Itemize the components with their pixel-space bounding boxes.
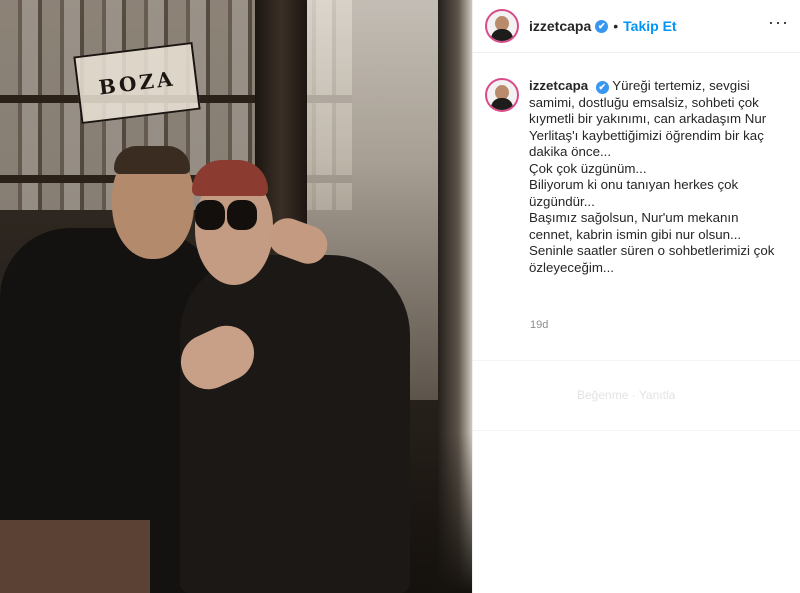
profile-avatar[interactable] [485, 9, 519, 43]
caption-avatar[interactable] [485, 78, 519, 112]
man-hair [114, 146, 190, 174]
woman-coat [180, 255, 410, 593]
follow-button[interactable]: Takip Et [623, 18, 676, 34]
post-timestamp[interactable]: 19d [530, 319, 548, 331]
caption-text: Yüreği tertemiz, sevgisi samimi, dostluğ… [529, 78, 775, 275]
verified-badge-icon: ✔ [595, 81, 609, 94]
faded-comment-actions: Beğenme · Yanıtla [577, 388, 676, 402]
boza-sign: BOZA [73, 41, 201, 125]
caption: izzetcapa ✔ Yüreği tertemiz, sevgisi sam… [485, 78, 785, 276]
sunglasses [195, 200, 259, 234]
man-pants [0, 520, 150, 593]
caption-body: izzetcapa ✔ Yüreği tertemiz, sevgisi sam… [529, 78, 785, 276]
post-header: izzetcapa ✔ • Takip Et ··· [473, 0, 800, 53]
boza-sign-text: BOZA [97, 66, 177, 100]
more-options-icon[interactable]: ··· [768, 12, 789, 33]
caption-username[interactable]: izzetcapa [529, 78, 588, 93]
post-side-panel: izzetcapa ✔ • Takip Et ··· izzetcapa ✔ Y… [472, 0, 800, 593]
post-photo[interactable]: BOZA [0, 0, 472, 593]
verified-badge-icon: ✔ [595, 19, 609, 33]
separator-dot: • [613, 18, 619, 34]
header-username[interactable]: izzetcapa [529, 18, 591, 34]
divider [473, 360, 800, 361]
divider [473, 430, 800, 431]
